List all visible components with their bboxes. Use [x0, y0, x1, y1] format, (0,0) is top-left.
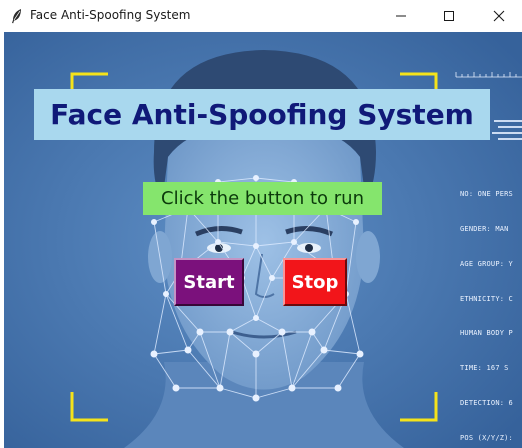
hud-line: ETHNICITY: C	[460, 294, 513, 303]
content-area: NO: ONE PERS GENDER: MAN AGE GROUP: Y ET…	[4, 32, 522, 448]
app-window: Face Anti-Spoofing System NO: ONE PERS G…	[0, 0, 522, 448]
maximize-button[interactable]	[426, 0, 472, 32]
hud-line: NO: ONE PERS	[460, 190, 513, 199]
hud-line: HUMAN BODY P	[460, 329, 513, 338]
minimize-button[interactable]	[378, 0, 424, 32]
minimize-icon	[396, 15, 406, 17]
hud-readout: NO: ONE PERS GENDER: MAN AGE GROUP: Y ET…	[460, 166, 513, 448]
start-button[interactable]: Start	[174, 258, 244, 306]
hud-line: POS (X/Y/Z):	[460, 433, 513, 442]
instruction-label: Click the button to run	[143, 182, 382, 215]
maximize-icon	[444, 11, 454, 21]
title-bar[interactable]: Face Anti-Spoofing System	[0, 0, 522, 32]
hud-line: DETECTION: 6	[460, 398, 513, 407]
close-icon	[493, 10, 505, 22]
hud-line: GENDER: MAN	[460, 224, 509, 233]
app-heading: Face Anti-Spoofing System	[34, 89, 490, 140]
stop-button[interactable]: Stop	[283, 258, 347, 306]
hud-line: TIME: 167 S	[460, 364, 509, 373]
window-title: Face Anti-Spoofing System	[30, 8, 191, 22]
hud-line: AGE GROUP: Y	[460, 259, 513, 268]
close-button[interactable]	[476, 0, 522, 32]
feather-icon	[12, 9, 21, 24]
